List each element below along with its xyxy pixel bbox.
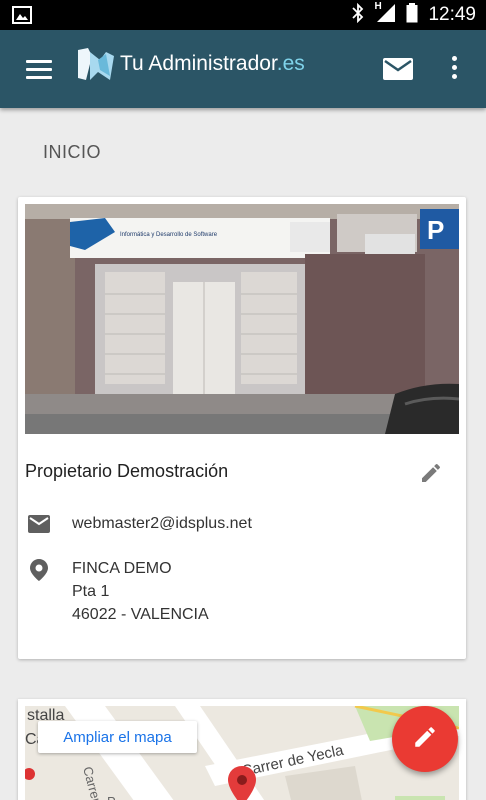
status-time: 12:49 (428, 4, 476, 25)
email-text[interactable]: webmaster2@idsplus.net (72, 512, 252, 535)
enlarge-map-button[interactable]: Ampliar el mapa (38, 721, 197, 753)
edit-icon[interactable] (419, 461, 443, 490)
app-bar: Tu Administrador.es (0, 30, 486, 108)
fab-edit-button[interactable] (392, 706, 458, 772)
app-title-main: Tu Administrador (120, 52, 277, 75)
more-vert-icon[interactable] (446, 56, 462, 84)
owner-name: Propietario Demostración (25, 461, 229, 481)
network-type-label: H (374, 0, 382, 12)
map-marker-icon[interactable] (228, 766, 256, 800)
property-card: Informática y Desarrollo de Software P P… (18, 197, 466, 659)
menu-icon[interactable] (26, 60, 52, 80)
address-line-3: 46022 - VALENCIA (72, 606, 209, 623)
address-line-2: Pta 1 (72, 583, 110, 600)
address-line-1: FINCA DEMO (72, 560, 172, 577)
email-icon (28, 515, 50, 538)
status-bar: H 12:49 (0, 0, 486, 30)
app-title-suffix: .es (276, 52, 305, 75)
page-title: INICIO (43, 142, 102, 162)
battery-icon (406, 2, 418, 28)
app-title: Tu Administrador.es (120, 52, 305, 76)
location-pin-icon (30, 559, 48, 586)
map-fragment-4: P (107, 794, 116, 800)
photo-sign-text: Informática y Desarrollo de Software (120, 232, 218, 238)
pencil-icon (412, 724, 438, 755)
property-photo: Informática y Desarrollo de Software P (25, 204, 459, 434)
mail-icon[interactable] (383, 58, 413, 85)
logo-icon (76, 46, 118, 87)
image-notification-icon (12, 6, 32, 29)
svg-text:P: P (427, 215, 444, 245)
signal-icon: H (374, 0, 396, 28)
bluetooth-icon (352, 2, 364, 28)
